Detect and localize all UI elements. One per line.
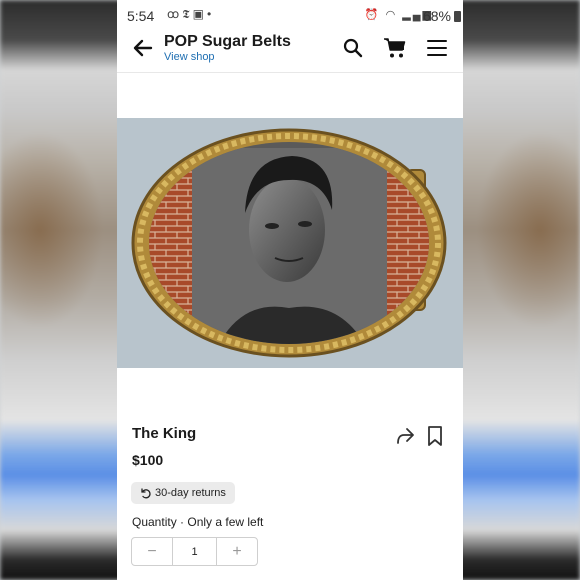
increment-button[interactable]: + — [217, 538, 257, 565]
quantity-value[interactable]: 1 — [172, 538, 217, 565]
quantity-label: Quantity · Only a few left — [132, 515, 264, 529]
gallery-icon: ▣ — [192, 7, 207, 21]
alarm-icon: ⏰ — [364, 9, 381, 21]
returns-badge: 30-day returns — [131, 482, 235, 504]
bookmark-icon[interactable] — [427, 426, 443, 446]
search-icon[interactable] — [343, 38, 363, 58]
returns-label: 30-day returns — [155, 487, 226, 499]
share-icon[interactable] — [395, 426, 415, 446]
battery-percent: 68% — [422, 8, 451, 24]
menu-icon[interactable] — [427, 39, 447, 57]
product-title: The King — [132, 425, 197, 442]
status-time: 5:54 — [127, 8, 155, 24]
app-bar: POP Sugar Belts View shop — [117, 30, 463, 73]
phone-screen: 5:54 ꝏ𝕿▣• ⏰ ◠ ▂▄▆ 68% POP Sugar Belts Vi… — [117, 0, 463, 580]
notification-icons: ꝏ𝕿▣• — [167, 7, 214, 22]
view-shop-link[interactable]: View shop — [164, 51, 215, 63]
battery-icon — [454, 11, 461, 22]
product-price: $100 — [132, 452, 164, 468]
voicemail-icon: ꝏ — [167, 7, 183, 21]
back-arrow-icon[interactable] — [131, 36, 155, 60]
quantity-stepper: − 1 + — [131, 537, 258, 566]
cart-icon[interactable] — [383, 36, 407, 60]
wifi-icon: ◠ — [385, 9, 398, 21]
belt-buckle-photo — [131, 128, 447, 358]
product-image[interactable] — [117, 118, 463, 368]
decrement-button[interactable]: − — [132, 538, 172, 565]
shop-title: POP Sugar Belts — [164, 33, 291, 50]
status-bar: 5:54 ꝏ𝕿▣• ⏰ ◠ ▂▄▆ 68% — [117, 0, 463, 32]
dot-icon: • — [206, 7, 215, 21]
return-arrow-icon — [141, 488, 151, 499]
nytimes-icon: 𝕿 — [182, 7, 193, 21]
